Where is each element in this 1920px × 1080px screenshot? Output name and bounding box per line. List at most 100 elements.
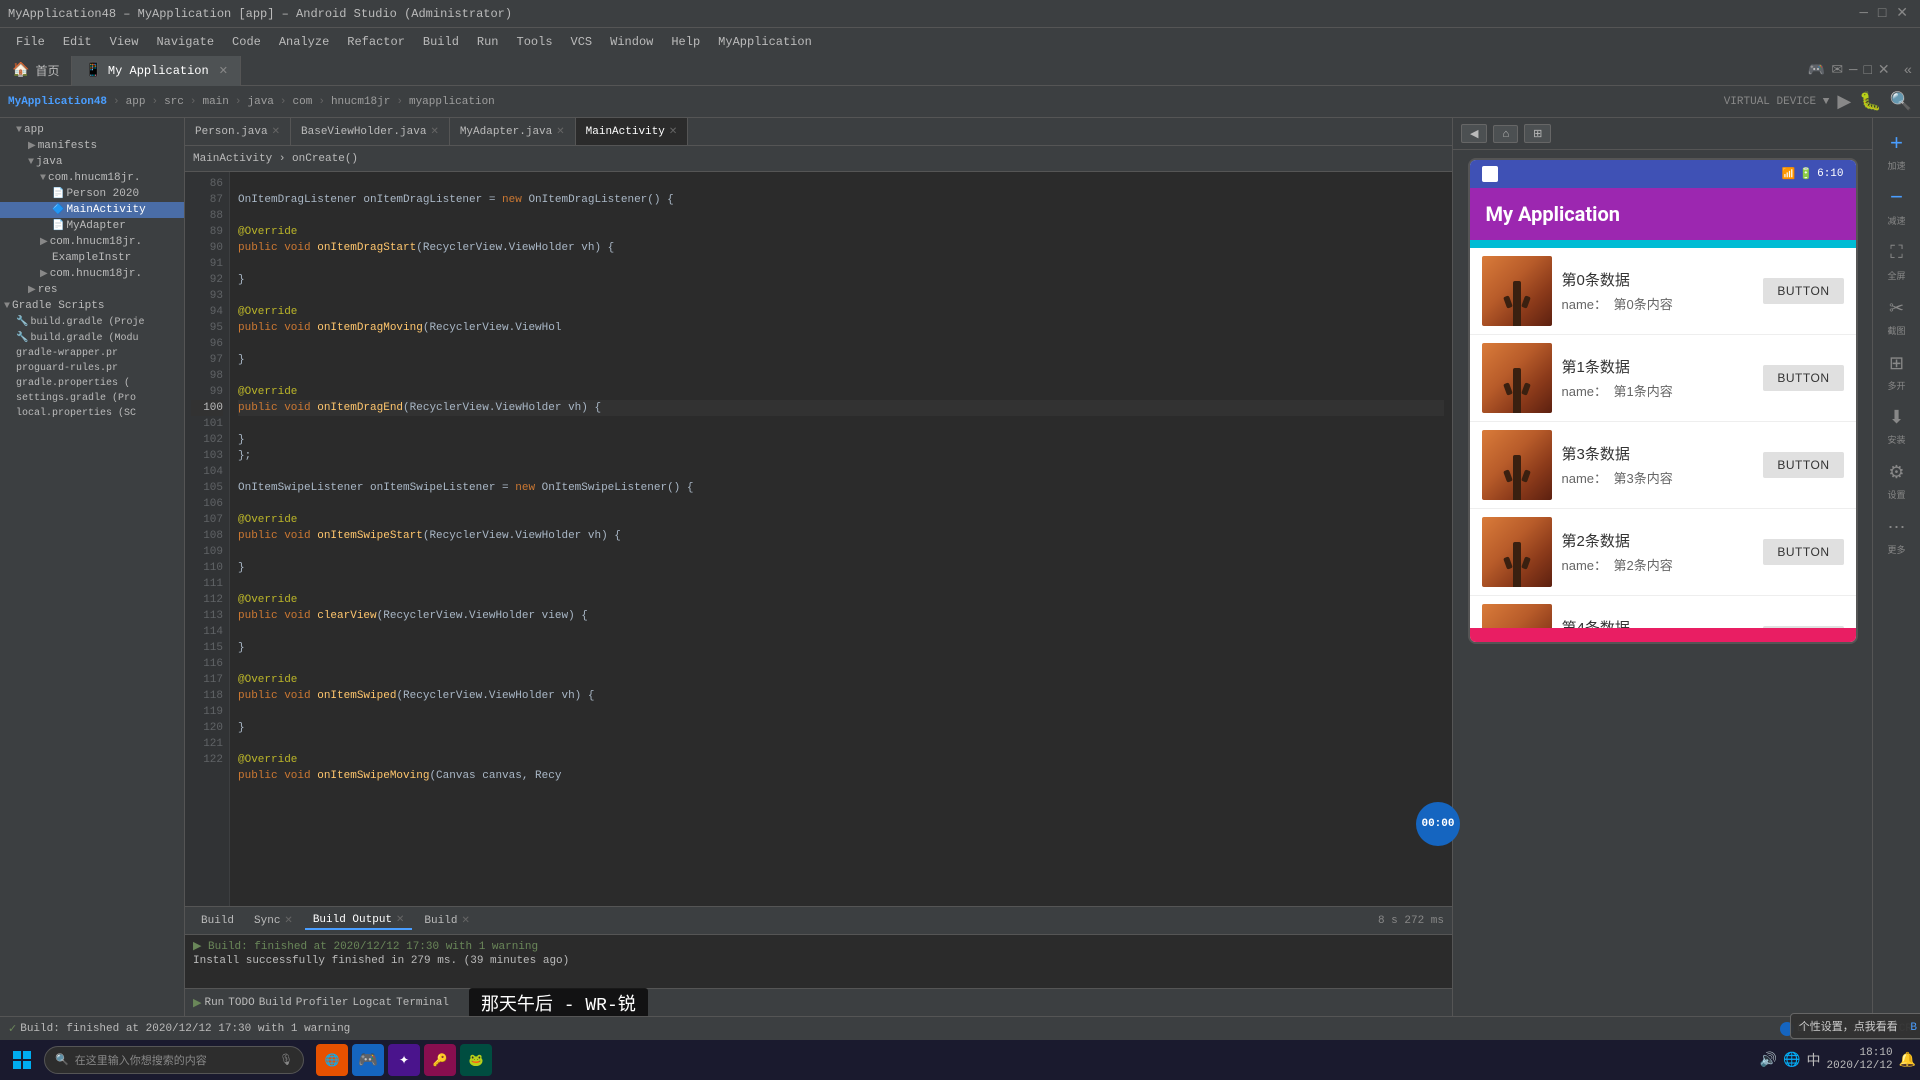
- tree-item-build-gradle-proj[interactable]: 🔧 build.gradle (Proje: [0, 314, 184, 330]
- sidebar-screenshot-btn[interactable]: ✂: [1879, 291, 1915, 327]
- list-button-1[interactable]: BUTTON: [1763, 365, 1843, 391]
- tab-home[interactable]: 🏠 首页: [0, 56, 72, 86]
- tree-item-proguard[interactable]: proguard-rules.pr: [0, 361, 184, 376]
- tree-item-com1[interactable]: ▼ com.hnucm18jr.: [0, 170, 184, 186]
- tab-person-close[interactable]: ✕: [272, 126, 280, 138]
- sync-tab[interactable]: Sync ✕: [246, 913, 301, 929]
- notification-icon[interactable]: 🔔: [1899, 1053, 1916, 1069]
- tree-item-app[interactable]: ▼ app: [0, 122, 184, 138]
- sidebar-more-btn[interactable]: ⋯: [1879, 510, 1915, 546]
- menu-navigate[interactable]: Navigate: [148, 33, 222, 51]
- emulator-apps-btn[interactable]: ⊞: [1524, 124, 1551, 143]
- maximize-button[interactable]: □: [1878, 6, 1886, 22]
- search-everywhere-icon[interactable]: 🔍: [1890, 91, 1912, 113]
- menu-view[interactable]: View: [102, 33, 147, 51]
- taskbar-app-4[interactable]: 🔑: [424, 1044, 456, 1076]
- tree-item-java[interactable]: ▼ java: [0, 154, 184, 170]
- build-output-tab[interactable]: Build Output ✕: [305, 912, 413, 930]
- sidebar-settings-btn[interactable]: ⚙: [1879, 455, 1915, 491]
- todo-tab[interactable]: TODO: [228, 997, 254, 1009]
- tree-item-manifests[interactable]: ▶ manifests: [0, 138, 184, 154]
- tab-myapp[interactable]: 📱 My Application ✕: [72, 56, 240, 86]
- debug-button[interactable]: 🐛: [1859, 91, 1881, 113]
- tab-mainactivity[interactable]: MainActivity ✕: [576, 118, 689, 146]
- tree-item-settings-gradle[interactable]: settings.gradle (Pro: [0, 391, 184, 406]
- logcat-tab[interactable]: Logcat: [353, 997, 393, 1009]
- list-button-0[interactable]: BUTTON: [1763, 278, 1843, 304]
- minimize-button[interactable]: ─: [1859, 6, 1867, 22]
- gradle-icon: 🔧: [16, 316, 28, 328]
- sidebar-minus-btn[interactable]: −: [1879, 181, 1915, 217]
- tray-ime[interactable]: 中: [1807, 1050, 1821, 1070]
- menu-vcs[interactable]: VCS: [563, 33, 601, 51]
- taskbar-app-3[interactable]: ✦: [388, 1044, 420, 1076]
- gamepad-icon[interactable]: 🎮: [1808, 62, 1825, 79]
- tab-person-java[interactable]: Person.java ✕: [185, 118, 291, 146]
- menu-edit[interactable]: Edit: [55, 33, 100, 51]
- emulator-back-btn[interactable]: ◀: [1461, 124, 1487, 143]
- tray-icon-2[interactable]: 🌐: [1783, 1052, 1800, 1069]
- mail-icon[interactable]: ✉: [1831, 62, 1843, 79]
- close-window-icon[interactable]: ✕: [1878, 62, 1890, 79]
- menu-help[interactable]: Help: [663, 33, 708, 51]
- tree-item-res[interactable]: ▶ res: [0, 282, 184, 298]
- sidebar-screenshot-group: ✂ 截图: [1879, 291, 1915, 338]
- run-button[interactable]: ▶: [1837, 91, 1851, 113]
- sidebar-add-label: 加速: [1887, 163, 1905, 173]
- taskbar-app-2[interactable]: 🎮: [352, 1044, 384, 1076]
- menu-build[interactable]: Build: [415, 33, 467, 51]
- tree-item-mainactivity[interactable]: 🔷 MainActivity: [0, 202, 184, 218]
- taskbar-app-1[interactable]: 🌐: [316, 1044, 348, 1076]
- menu-window[interactable]: Window: [602, 33, 661, 51]
- tree-item-local-props[interactable]: local.properties (SC: [0, 406, 184, 421]
- tree-item-gradle-scripts[interactable]: ▼ Gradle Scripts: [0, 298, 184, 314]
- build-tab[interactable]: Build: [193, 913, 242, 929]
- tab-myapp-label: My Application: [108, 64, 209, 78]
- tree-item-build-gradle-mod[interactable]: 🔧 build.gradle (Modu: [0, 330, 184, 346]
- tab-bvh-close[interactable]: ✕: [430, 126, 438, 138]
- menu-run[interactable]: Run: [469, 33, 507, 51]
- menu-myapp[interactable]: MyApplication: [710, 33, 820, 51]
- minimize-icon[interactable]: ─: [1849, 63, 1857, 79]
- emulator-home-btn[interactable]: ⌂: [1493, 125, 1518, 143]
- tab-baseviewholder[interactable]: BaseViewHolder.java ✕: [291, 118, 450, 146]
- taskbar-app-5[interactable]: 🐸: [460, 1044, 492, 1076]
- list-button-3[interactable]: BUTTON: [1763, 452, 1843, 478]
- menu-code[interactable]: Code: [224, 33, 269, 51]
- tree-item-com3[interactable]: ▶ com.hnucm18jr.: [0, 266, 184, 282]
- taskbar-search[interactable]: 🔍 在这里输入你想搜索的内容 🎙: [44, 1046, 304, 1074]
- sidebar-multi-btn[interactable]: ⊞: [1879, 346, 1915, 382]
- tree-item-gradle-props[interactable]: gradle.properties (: [0, 376, 184, 391]
- close-button[interactable]: ✕: [1896, 5, 1908, 22]
- menu-refactor[interactable]: Refactor: [339, 33, 413, 51]
- tree-item-example[interactable]: ExampleInstr: [0, 250, 184, 266]
- menu-analyze[interactable]: Analyze: [271, 33, 337, 51]
- sidebar-install-btn[interactable]: ⬇: [1879, 400, 1915, 436]
- menu-tools[interactable]: Tools: [509, 33, 561, 51]
- build2-tab[interactable]: Build ✕: [416, 913, 477, 929]
- list-button-2[interactable]: BUTTON: [1763, 539, 1843, 565]
- build-action-tab[interactable]: Build: [259, 997, 292, 1009]
- device-selector[interactable]: VIRTUAL DEVICE ▼: [1724, 96, 1830, 108]
- start-button[interactable]: [4, 1042, 40, 1078]
- sidebar-add-btn[interactable]: +: [1879, 126, 1915, 162]
- tab-myapp-close[interactable]: ✕: [219, 64, 228, 78]
- restore-icon[interactable]: □: [1863, 63, 1871, 79]
- tree-item-person[interactable]: 📄 Person 2020: [0, 186, 184, 202]
- sidebar-fullscreen-btn[interactable]: ⛶: [1879, 236, 1915, 272]
- tab-bvh-label: BaseViewHolder.java: [301, 126, 426, 138]
- tab-adapter-close[interactable]: ✕: [556, 126, 564, 138]
- terminal-tab[interactable]: Terminal: [396, 997, 449, 1009]
- run-action-tab[interactable]: ▶ Run: [193, 996, 224, 1010]
- tree-item-gradle-wrapper[interactable]: gradle-wrapper.pr: [0, 346, 184, 361]
- tree-item-myadapter[interactable]: 📄 MyAdapter: [0, 218, 184, 234]
- tray-icon-1[interactable]: 🔊: [1760, 1052, 1777, 1069]
- collapse-icon[interactable]: «: [1904, 63, 1912, 79]
- tab-main-close[interactable]: ✕: [669, 126, 677, 138]
- notification-link[interactable]: B: [1910, 1022, 1917, 1034]
- sidebar-minus-label: 减速: [1887, 218, 1905, 228]
- tree-item-com2[interactable]: ▶ com.hnucm18jr.: [0, 234, 184, 250]
- menu-file[interactable]: File: [8, 33, 53, 51]
- profiler-tab[interactable]: Profiler: [296, 997, 349, 1009]
- tab-myadapter[interactable]: MyAdapter.java ✕: [450, 118, 576, 146]
